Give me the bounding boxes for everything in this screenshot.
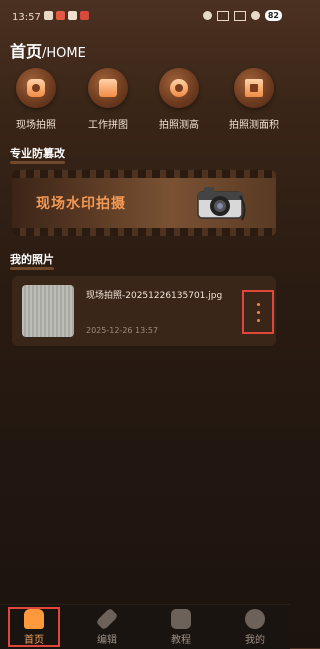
quick-action-label: 现场拍照 xyxy=(16,120,56,131)
signal-icon xyxy=(233,10,246,21)
app-notification-icon xyxy=(80,11,89,20)
measure-height-icon xyxy=(159,68,199,108)
user-icon xyxy=(245,609,265,629)
page-title: 首页/HOME xyxy=(10,38,86,62)
signal-icon xyxy=(216,10,229,21)
puzzle-icon xyxy=(88,68,128,108)
banner-text: 现场水印拍摄 xyxy=(36,196,126,212)
section-title-anti-tamper: 专业防篡改 xyxy=(10,145,65,164)
watermark-camera-banner[interactable]: 现场水印拍摄 xyxy=(12,170,276,236)
page-title-text: 首页 xyxy=(10,42,43,61)
tab-tutorial[interactable]: 教程 xyxy=(151,609,211,646)
area-icon xyxy=(234,68,274,108)
more-options-button[interactable] xyxy=(242,290,274,334)
battery-icon: 82 xyxy=(264,10,282,21)
book-icon xyxy=(171,609,191,629)
section-title-my-photos: 我的照片 xyxy=(10,251,54,270)
vintage-camera-icon xyxy=(197,187,246,221)
tab-label: 我的 xyxy=(245,635,265,646)
tab-label: 编辑 xyxy=(97,635,117,646)
photo-thumbnail[interactable] xyxy=(22,285,74,337)
highlight-box xyxy=(8,607,60,647)
film-strip-decoration xyxy=(12,170,276,178)
notification-icon xyxy=(44,11,53,20)
status-bar: 13:57 82 xyxy=(0,0,290,34)
app-notification-icon xyxy=(56,11,65,20)
section-title-text: 我的照片 xyxy=(10,253,54,266)
quick-action-puzzle[interactable]: 工作拼图 xyxy=(72,68,144,131)
pencil-icon xyxy=(95,607,119,631)
status-time: 13:57 xyxy=(12,12,41,23)
quick-action-label: 拍照测面积 xyxy=(229,120,279,131)
tab-profile[interactable]: 我的 xyxy=(225,609,285,646)
quick-action-measure-height[interactable]: 拍照测高 xyxy=(143,68,215,131)
camera-icon xyxy=(16,68,56,108)
quick-action-area[interactable]: 拍照测面积 xyxy=(218,68,290,131)
alarm-icon xyxy=(202,11,212,20)
tab-label: 教程 xyxy=(171,635,191,646)
photo-date: 2025-12-26 13:57 xyxy=(86,326,159,335)
section-title-text: 专业防篡改 xyxy=(10,147,65,160)
wifi-icon xyxy=(250,11,260,20)
app-notification-icon xyxy=(68,11,77,20)
film-strip-decoration xyxy=(12,228,276,236)
page-subtitle: /HOME xyxy=(42,46,86,61)
quick-action-label: 工作拼图 xyxy=(88,120,128,131)
quick-actions: 现场拍照 工作拼图 拍照测高 拍照测面积 xyxy=(0,68,290,132)
tab-edit[interactable]: 编辑 xyxy=(77,607,137,646)
photo-filename: 现场拍照-20251226135701.jpg xyxy=(86,291,223,301)
quick-action-camera[interactable]: 现场拍照 xyxy=(0,68,72,131)
photo-list-item[interactable]: 现场拍照-20251226135701.jpg 2025-12-26 13:57 xyxy=(12,276,276,346)
quick-action-label: 拍照测高 xyxy=(159,120,199,131)
